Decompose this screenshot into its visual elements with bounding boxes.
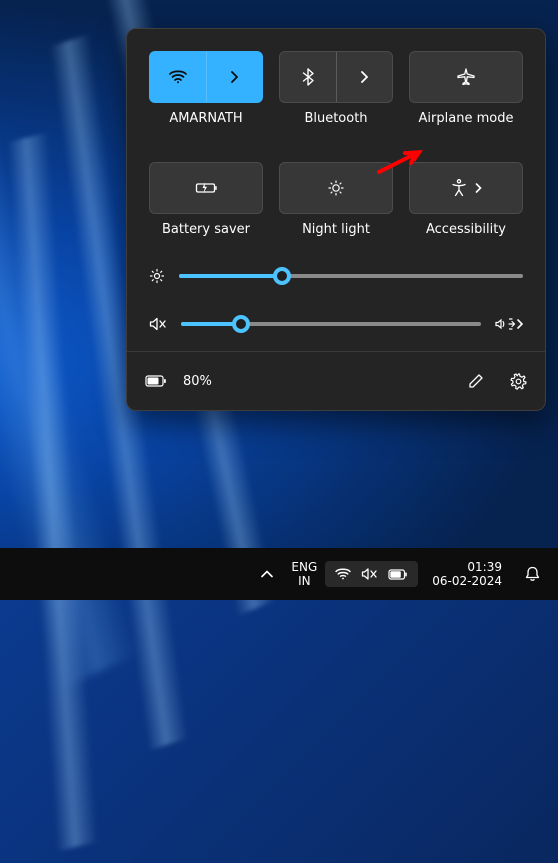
volume-slider[interactable] [181,315,481,333]
accessibility-label: Accessibility [426,222,506,237]
bell-icon [525,566,540,582]
airplane-icon [456,68,476,86]
wifi-icon [335,568,351,580]
tray-overflow-button[interactable] [251,554,283,594]
battery-saver-tile[interactable] [149,162,263,214]
brightness-icon [149,268,165,284]
wifi-label: AMARNATH [169,111,242,126]
night-light-icon [327,179,345,197]
battery-saver-label: Battery saver [162,222,250,237]
settings-button[interactable] [501,364,535,398]
audio-output-button[interactable] [495,317,523,331]
edit-quick-settings-button[interactable] [459,364,493,398]
airplane-mode-label: Airplane mode [419,111,514,126]
volume-muted-icon [149,316,167,332]
accessibility-tile[interactable] [409,162,523,214]
taskbar-date: 06-02-2024 [432,574,502,588]
bluetooth-toggle[interactable] [280,52,336,102]
wifi-toggle[interactable] [150,52,206,102]
clock-button[interactable]: 01:39 06-02-2024 [418,554,516,594]
volume-slider-row [149,315,523,333]
audio-output-icon [495,317,515,331]
quick-settings-footer: 80% [127,351,545,410]
gear-icon [510,373,527,390]
language-primary: ENG [291,560,317,574]
bluetooth-label: Bluetooth [304,111,367,126]
taskbar: ENG IN [0,548,558,600]
notifications-button[interactable] [516,554,548,594]
night-light-label: Night light [302,222,370,237]
system-tray-button[interactable] [325,554,418,594]
wifi-icon [169,70,187,84]
accessibility-icon [451,179,467,197]
bluetooth-tile[interactable] [279,51,393,103]
brightness-slider-row [149,267,523,285]
airplane-mode-tile[interactable] [409,51,523,103]
battery-saver-icon [194,181,218,195]
volume-muted-icon [361,567,378,581]
quick-settings-panel: AMARNATH Bluetooth [126,28,546,411]
night-light-tile[interactable] [279,162,393,214]
pencil-icon [468,373,484,389]
chevron-right-icon [517,319,523,329]
chevron-up-icon [261,570,273,578]
chevron-right-icon [360,71,368,83]
language-secondary: IN [298,574,311,588]
bluetooth-expand[interactable] [337,52,393,102]
taskbar-time: 01:39 [467,560,502,574]
wifi-tile[interactable] [149,51,263,103]
chevron-right-icon [230,71,238,83]
battery-percent-label[interactable]: 80% [183,374,212,389]
chevron-right-icon [475,183,482,193]
battery-icon [388,569,408,580]
language-button[interactable]: ENG IN [283,554,325,594]
battery-icon [145,375,167,387]
wifi-expand[interactable] [207,52,263,102]
brightness-slider[interactable] [179,267,523,285]
bluetooth-icon [302,68,314,86]
